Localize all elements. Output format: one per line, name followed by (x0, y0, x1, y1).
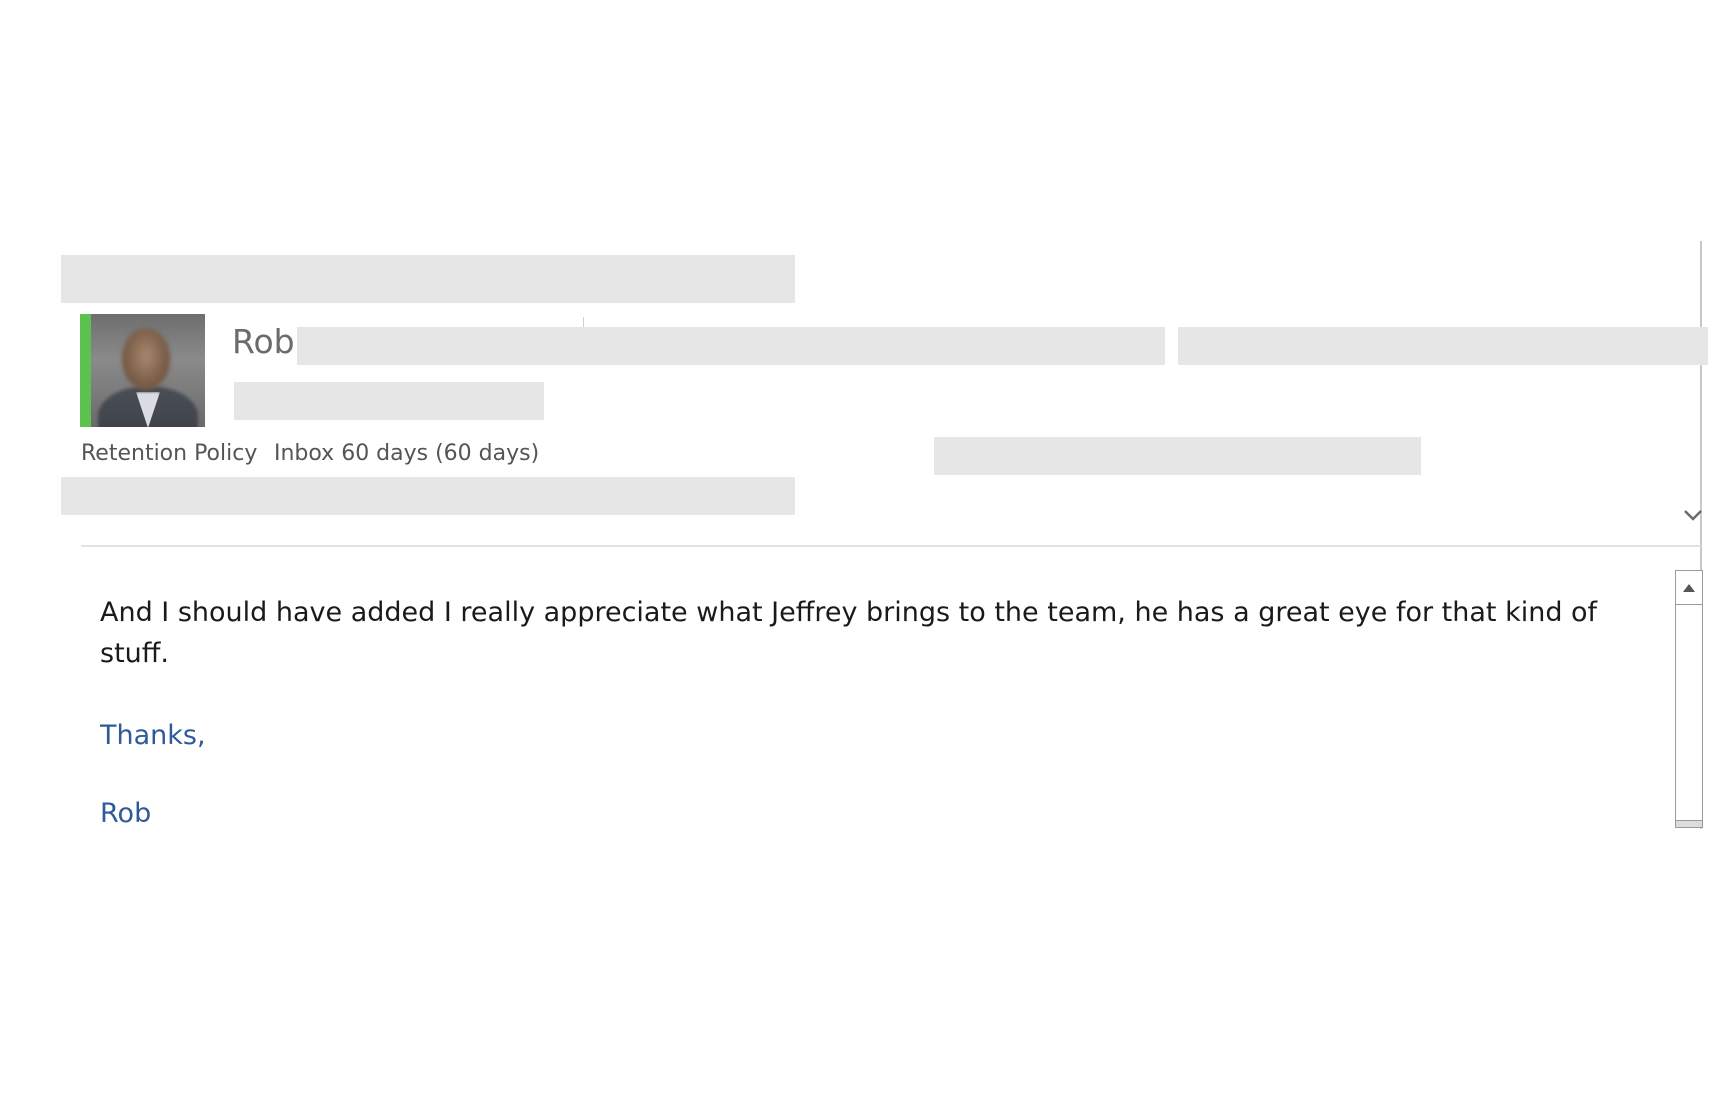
expand-header-button[interactable] (1682, 504, 1704, 526)
message-signature: Rob (100, 798, 152, 829)
sender-name[interactable]: Rob (232, 322, 295, 362)
message-body: And I should have added I really appreci… (100, 597, 1598, 669)
scrollbar-thumb[interactable] (1676, 605, 1702, 793)
redacted-sent-date (1178, 327, 1708, 365)
avatar-face (122, 328, 170, 390)
scroll-up-arrow-icon (1683, 583, 1695, 592)
chevron-down-icon (1684, 510, 1702, 521)
redacted-retention-info (934, 437, 1421, 475)
scroll-up-button[interactable] (1676, 571, 1702, 605)
message-closing: Thanks, (100, 720, 206, 751)
sender-avatar[interactable] (80, 314, 205, 427)
redacted-info-bar (61, 477, 795, 515)
redacted-subject (61, 255, 795, 303)
redacted-sender-address (297, 327, 1165, 365)
scrollbar-track[interactable] (1676, 820, 1702, 827)
redacted-recipients (234, 382, 544, 420)
vertical-scrollbar[interactable] (1675, 570, 1703, 828)
presence-indicator (80, 314, 91, 427)
retention-policy-value: Inbox 60 days (60 days) (274, 441, 540, 466)
retention-policy-label: Retention Policy (81, 441, 258, 466)
header-divider (81, 545, 1701, 547)
